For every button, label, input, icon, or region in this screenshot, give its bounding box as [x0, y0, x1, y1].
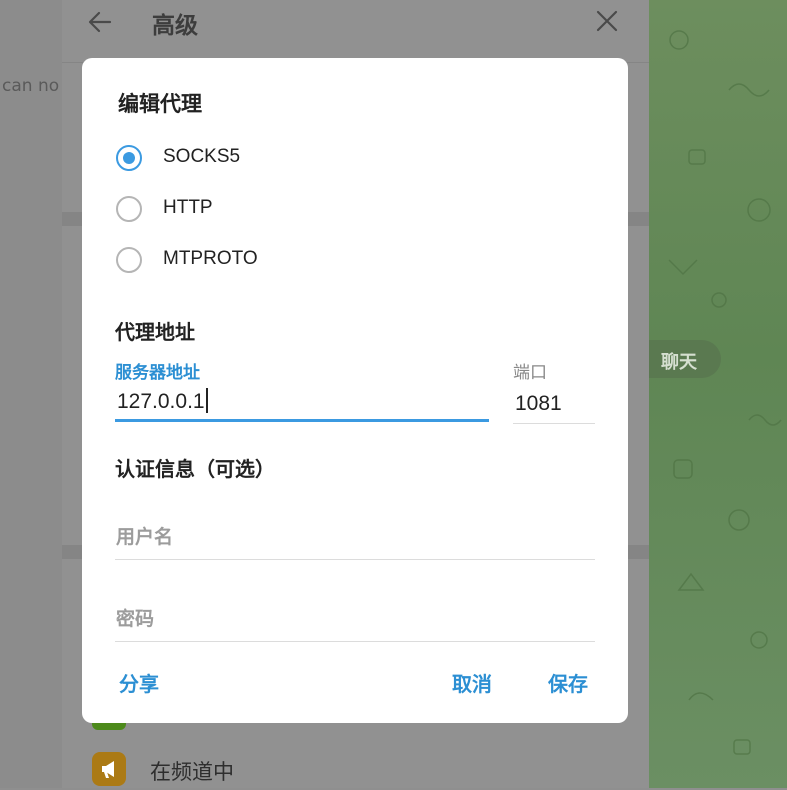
- back-arrow-icon[interactable]: [86, 8, 114, 36]
- chat-list-text: can no: [2, 76, 60, 96]
- chat-background: 聊天: [649, 0, 787, 788]
- dialog-title: 编辑代理: [118, 92, 202, 116]
- settings-row-label: 在频道中: [150, 760, 234, 784]
- server-address-input[interactable]: [115, 384, 489, 422]
- chat-chip-label: 聊天: [661, 352, 697, 373]
- proxy-type-http[interactable]: HTTP: [116, 196, 416, 232]
- share-button[interactable]: 分享: [119, 668, 159, 697]
- server-address-label: 服务器地址: [115, 363, 200, 383]
- proxy-type-label: MTPROTO: [163, 248, 258, 269]
- settings-row-icon: [92, 722, 126, 730]
- radio-unchecked-icon[interactable]: [116, 196, 142, 222]
- text-caret: [206, 388, 208, 413]
- proxy-type-label: SOCKS5: [163, 146, 241, 167]
- proxy-type-label: HTTP: [163, 197, 213, 218]
- password-input[interactable]: [115, 596, 595, 642]
- port-input[interactable]: [513, 384, 595, 424]
- edit-proxy-dialog: 编辑代理 SOCKS5 HTTP MTPROTO 代理地址 服务器地址 端口 认…: [82, 58, 628, 723]
- megaphone-icon: [92, 752, 126, 786]
- auth-heading: 认证信息（可选）: [115, 457, 275, 481]
- proxy-address-heading: 代理地址: [115, 320, 195, 344]
- cancel-button[interactable]: 取消: [452, 668, 492, 697]
- radio-unchecked-icon[interactable]: [116, 247, 142, 273]
- settings-header: 高级: [62, 0, 649, 63]
- chat-list-panel: can no: [0, 0, 62, 788]
- settings-row-in-channel[interactable]: 在频道中: [62, 740, 649, 788]
- proxy-type-socks5[interactable]: SOCKS5: [116, 145, 416, 181]
- proxy-type-mtproto[interactable]: MTPROTO: [116, 247, 416, 283]
- username-input[interactable]: [115, 514, 595, 560]
- port-label: 端口: [513, 363, 547, 383]
- chat-chip: 聊天: [649, 340, 721, 378]
- close-icon[interactable]: [594, 8, 620, 34]
- radio-checked-icon[interactable]: [116, 145, 142, 171]
- page-title: 高级: [152, 13, 198, 39]
- wallpaper-pattern: [668, 30, 782, 755]
- save-button[interactable]: 保存: [548, 668, 588, 697]
